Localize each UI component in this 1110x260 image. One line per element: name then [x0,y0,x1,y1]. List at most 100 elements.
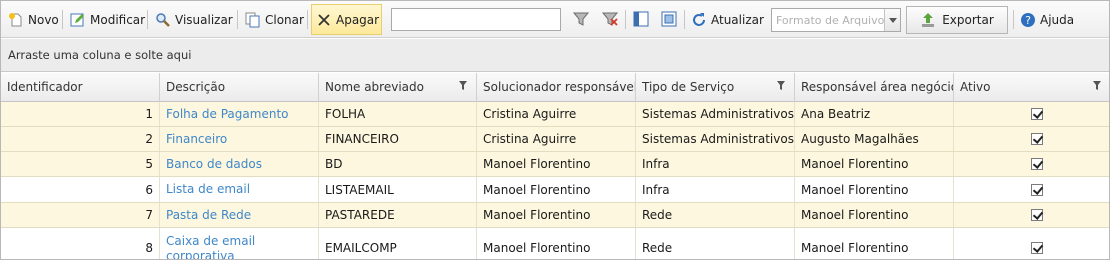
group-by-area[interactable]: Arraste uma coluna e solte aqui [1,39,1109,72]
novo-label: Novo [28,12,59,27]
column-header-identificador[interactable]: Identificador [1,73,160,102]
cell-responsavel: Augusto Magalhães [795,127,954,151]
cell-descricao-link[interactable]: Financeiro [160,127,319,151]
apagar-button[interactable]: Apagar [311,4,382,35]
ativo-checkbox[interactable] [1031,108,1043,120]
toolbar-separator [237,10,238,29]
cell-identificador: 5 [1,152,160,176]
grid-window: Novo Modificar Visualizar Clonar Apagar … [0,0,1110,260]
cell-descricao-link[interactable]: Banco de dados [160,152,319,176]
cell-descricao-link[interactable]: Caixa de email corporativa [160,228,319,259]
cell-nome-abreviado: FINANCEIRO [319,127,477,151]
ativo-checkbox[interactable] [1031,158,1043,170]
cell-responsavel: Manoel Florentino [795,177,954,202]
ativo-checkbox[interactable] [1031,242,1043,254]
cell-tipo-servico: Sistemas Administrativos [636,102,795,126]
grid-header: Identificador Descrição Nome abreviado S… [1,73,1109,102]
cell-identificador: 6 [1,177,160,202]
cell-identificador: 2 [1,127,160,151]
cell-identificador: 8 [1,228,160,259]
column-header-label: Ativo [960,80,991,94]
cell-solucionador: Manoel Florentino [477,177,636,202]
cell-nome-abreviado: PASTAREDE [319,203,477,227]
ajuda-button[interactable]: ? Ajuda [1016,4,1078,35]
cell-ativo [954,152,1109,176]
cell-ativo [954,127,1109,151]
column-header-label: Nome abreviado [325,80,424,94]
cell-tipo-servico: Infra [636,152,795,176]
magnifier-icon [155,12,171,28]
cell-responsavel: Ana Beatriz [795,102,954,126]
toolbar-separator [625,10,626,29]
modificar-label: Modificar [90,12,146,27]
columns-icon[interactable] [632,10,650,28]
column-header-label: Solucionador responsável [483,80,636,94]
filter-icon[interactable] [459,81,467,90]
table-row[interactable]: 1 Folha de Pagamento FOLHA Cristina Agui… [1,102,1109,127]
table-row[interactable]: 8 Caixa de email corporativa EMAILCOMP M… [1,228,1109,259]
ativo-checkbox[interactable] [1031,183,1043,196]
cell-descricao-link[interactable]: Pasta de Rede [160,203,319,227]
exportar-label: Exportar [942,13,994,27]
column-header-label: Responsável área negócio [801,80,954,94]
column-header-label: Identificador [7,80,83,94]
filter-icon[interactable] [1093,81,1101,90]
new-document-icon [8,12,24,28]
ativo-checkbox[interactable] [1031,209,1043,221]
toolbar-separator [684,10,685,29]
cell-identificador: 7 [1,203,160,227]
svg-text:?: ? [1025,14,1031,27]
column-header-tipo-servico[interactable]: Tipo de Serviço [636,73,795,102]
edit-icon [70,12,86,28]
modificar-button[interactable]: Modificar [66,4,149,35]
atualizar-button[interactable]: Atualizar [687,4,768,35]
cell-descricao-link[interactable]: Lista de email [160,177,319,202]
novo-button[interactable]: Novo [4,4,63,35]
column-header-responsavel[interactable]: Responsável área negócio [795,73,954,102]
filter-icon[interactable] [777,81,785,90]
table-row[interactable]: 7 Pasta de Rede PASTAREDE Manoel Florent… [1,203,1109,228]
cell-solucionador: Manoel Florentino [477,228,636,259]
exportar-button[interactable]: Exportar [906,6,1008,34]
cell-tipo-servico: Rede [636,228,795,259]
column-header-label: Descrição [166,80,226,94]
cell-ativo [954,177,1109,202]
toolbar-separator [147,10,148,29]
help-icon: ? [1020,12,1036,28]
column-header-descricao[interactable]: Descrição [160,73,319,102]
column-header-solucionador[interactable]: Solucionador responsável [477,73,636,102]
column-header-nome-abreviado[interactable]: Nome abreviado [319,73,477,102]
refresh-icon [691,12,707,28]
table-row[interactable]: 5 Banco de dados BD Manoel Florentino In… [1,152,1109,177]
clonar-button[interactable]: Clonar [241,4,308,35]
cell-responsavel: Manoel Florentino [795,203,954,227]
copy-icon [245,12,261,28]
cell-nome-abreviado: FOLHA [319,102,477,126]
visualizar-button[interactable]: Visualizar [151,4,237,35]
cell-solucionador: Manoel Florentino [477,203,636,227]
clear-filter-icon[interactable] [601,10,619,28]
chevron-down-icon[interactable] [884,9,900,31]
export-icon [920,12,936,28]
apagar-label: Apagar [336,12,380,27]
cell-responsavel: Manoel Florentino [795,152,954,176]
cell-tipo-servico: Sistemas Administrativos [636,127,795,151]
filter-icon[interactable] [572,10,590,28]
visualizar-label: Visualizar [175,12,233,27]
atualizar-label: Atualizar [711,12,764,27]
toolbar: Novo Modificar Visualizar Clonar Apagar … [1,1,1109,38]
delete-x-icon [316,12,332,28]
search-input[interactable] [391,8,561,31]
cell-nome-abreviado: BD [319,152,477,176]
file-format-select[interactable]: Formato de Arquivo [771,8,901,32]
cell-ativo [954,228,1109,259]
table-row[interactable]: 6 Lista de email LISTAEMAIL Manoel Flore… [1,177,1109,203]
table-row[interactable]: 2 Financeiro FINANCEIRO Cristina Aguirre… [1,127,1109,152]
cell-descricao-link[interactable]: Folha de Pagamento [160,102,319,126]
ativo-checkbox[interactable] [1031,133,1043,145]
group-hint: Arraste uma coluna e solte aqui [8,48,192,62]
fullscreen-icon[interactable] [660,10,678,28]
ajuda-label: Ajuda [1040,12,1075,27]
cell-nome-abreviado: LISTAEMAIL [319,177,477,202]
column-header-ativo[interactable]: Ativo [954,73,1109,102]
